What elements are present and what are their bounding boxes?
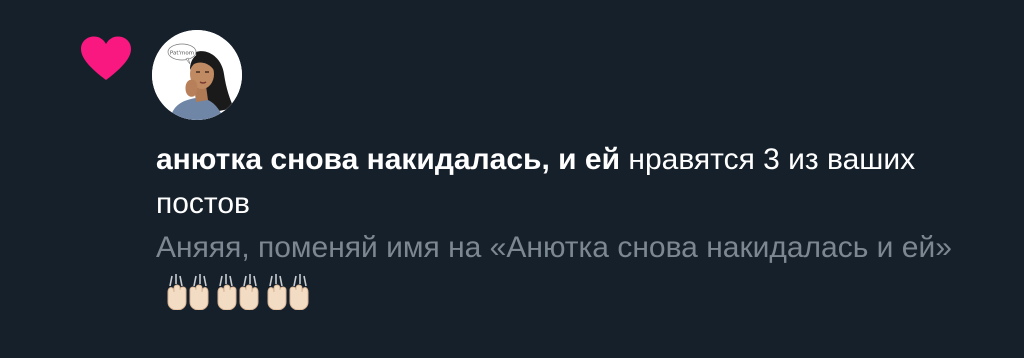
avatar-drawing: Pat'mom bbox=[152, 30, 242, 120]
raising-hands-emoji bbox=[267, 274, 309, 310]
like-notification[interactable]: Pat'mom анютка снова накидалась, и ей нр… bbox=[0, 0, 1024, 358]
avatar-caption: Pat'mom bbox=[170, 51, 194, 57]
user-name-link[interactable]: анютка снова накидалась, и ей bbox=[156, 143, 620, 176]
raising-hands-emoji bbox=[167, 274, 209, 310]
post-preview[interactable]: Аняяя, поменяй имя на «Анютка снова наки… bbox=[156, 226, 1006, 323]
raising-hands-emoji-group bbox=[164, 270, 314, 323]
notification-headline: анютка снова накидалась, и ей нравятся 3… bbox=[156, 138, 1006, 226]
heart-icon bbox=[81, 36, 131, 80]
post-preview-text: Аняяя, поменяй имя на «Анютка снова наки… bbox=[156, 231, 952, 264]
avatar[interactable]: Pat'mom bbox=[152, 30, 242, 120]
raising-hands-emoji bbox=[217, 274, 259, 310]
notification-body: анютка снова накидалась, и ей нравятся 3… bbox=[156, 138, 1006, 323]
